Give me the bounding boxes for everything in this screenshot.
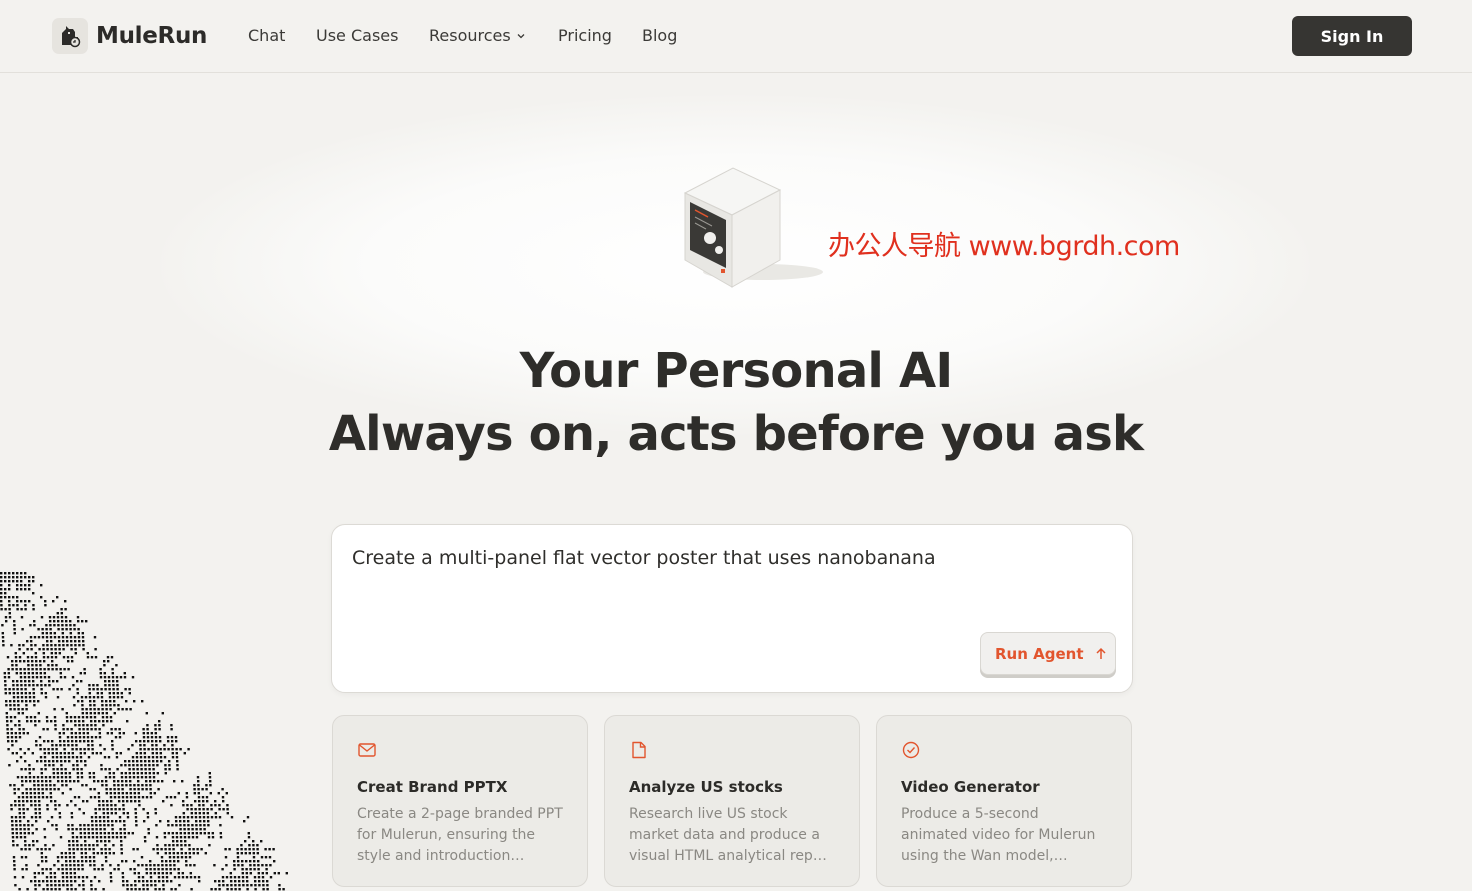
use-case-card[interactable]: Creat Brand PPTX Create a 2-page branded…: [332, 715, 588, 887]
hero-headline: Your Personal AI Always on, acts before …: [0, 340, 1472, 466]
mule-logo-icon: [52, 18, 88, 54]
run-agent-button[interactable]: Run Agent: [980, 632, 1116, 675]
nav-pricing[interactable]: Pricing: [558, 26, 612, 46]
use-case-card[interactable]: Video Generator Produce a 5-second anima…: [876, 715, 1132, 887]
sign-in-button[interactable]: Sign In: [1292, 16, 1412, 56]
arrow-up-icon: [1095, 647, 1106, 659]
top-nav: MuleRun Chat Use Cases Resources Pricing…: [0, 0, 1472, 73]
card-title: Creat Brand PPTX: [357, 778, 508, 796]
nav-chat[interactable]: Chat: [248, 26, 285, 46]
prompt-input[interactable]: Create a multi-panel flat vector poster …: [352, 545, 1112, 623]
nav-blog-label: Blog: [642, 26, 678, 45]
check-circle-icon: [902, 741, 920, 759]
nav-resources-label: Resources: [429, 26, 511, 45]
nav-pricing-label: Pricing: [558, 26, 612, 45]
card-title: Analyze US stocks: [629, 778, 783, 796]
brand-logo[interactable]: MuleRun: [52, 18, 207, 54]
nav-use-cases-label: Use Cases: [316, 26, 399, 45]
dot-pattern-decoration: [0, 572, 288, 891]
nav-resources[interactable]: Resources: [429, 26, 526, 46]
prompt-box: Create a multi-panel flat vector poster …: [331, 524, 1133, 693]
card-description: Research live US stock market data and p…: [629, 806, 833, 864]
nav-chat-label: Chat: [248, 26, 286, 45]
chevron-down-icon: [517, 34, 525, 39]
file-icon: [632, 741, 646, 759]
nav-use-cases[interactable]: Use Cases: [316, 26, 398, 46]
hero-cube-illustration: [668, 160, 828, 295]
run-agent-label: Run Agent: [995, 644, 1084, 663]
nav-blog[interactable]: Blog: [642, 26, 677, 46]
hero-line-1: Your Personal AI: [519, 343, 954, 399]
hero-line-2: Always on, acts before you ask: [328, 406, 1144, 462]
mail-icon: [358, 743, 376, 757]
watermark-text: 办公人导航 www.bgrdh.com: [828, 231, 1180, 262]
use-case-card[interactable]: Analyze US stocks Research live US stock…: [604, 715, 860, 887]
card-description: Produce a 5-second animated video for Mu…: [901, 806, 1096, 864]
card-title: Video Generator: [901, 778, 1040, 796]
brand-name: MuleRun: [96, 23, 208, 49]
card-description: Create a 2-page branded PPT for Mulerun,…: [357, 806, 563, 864]
